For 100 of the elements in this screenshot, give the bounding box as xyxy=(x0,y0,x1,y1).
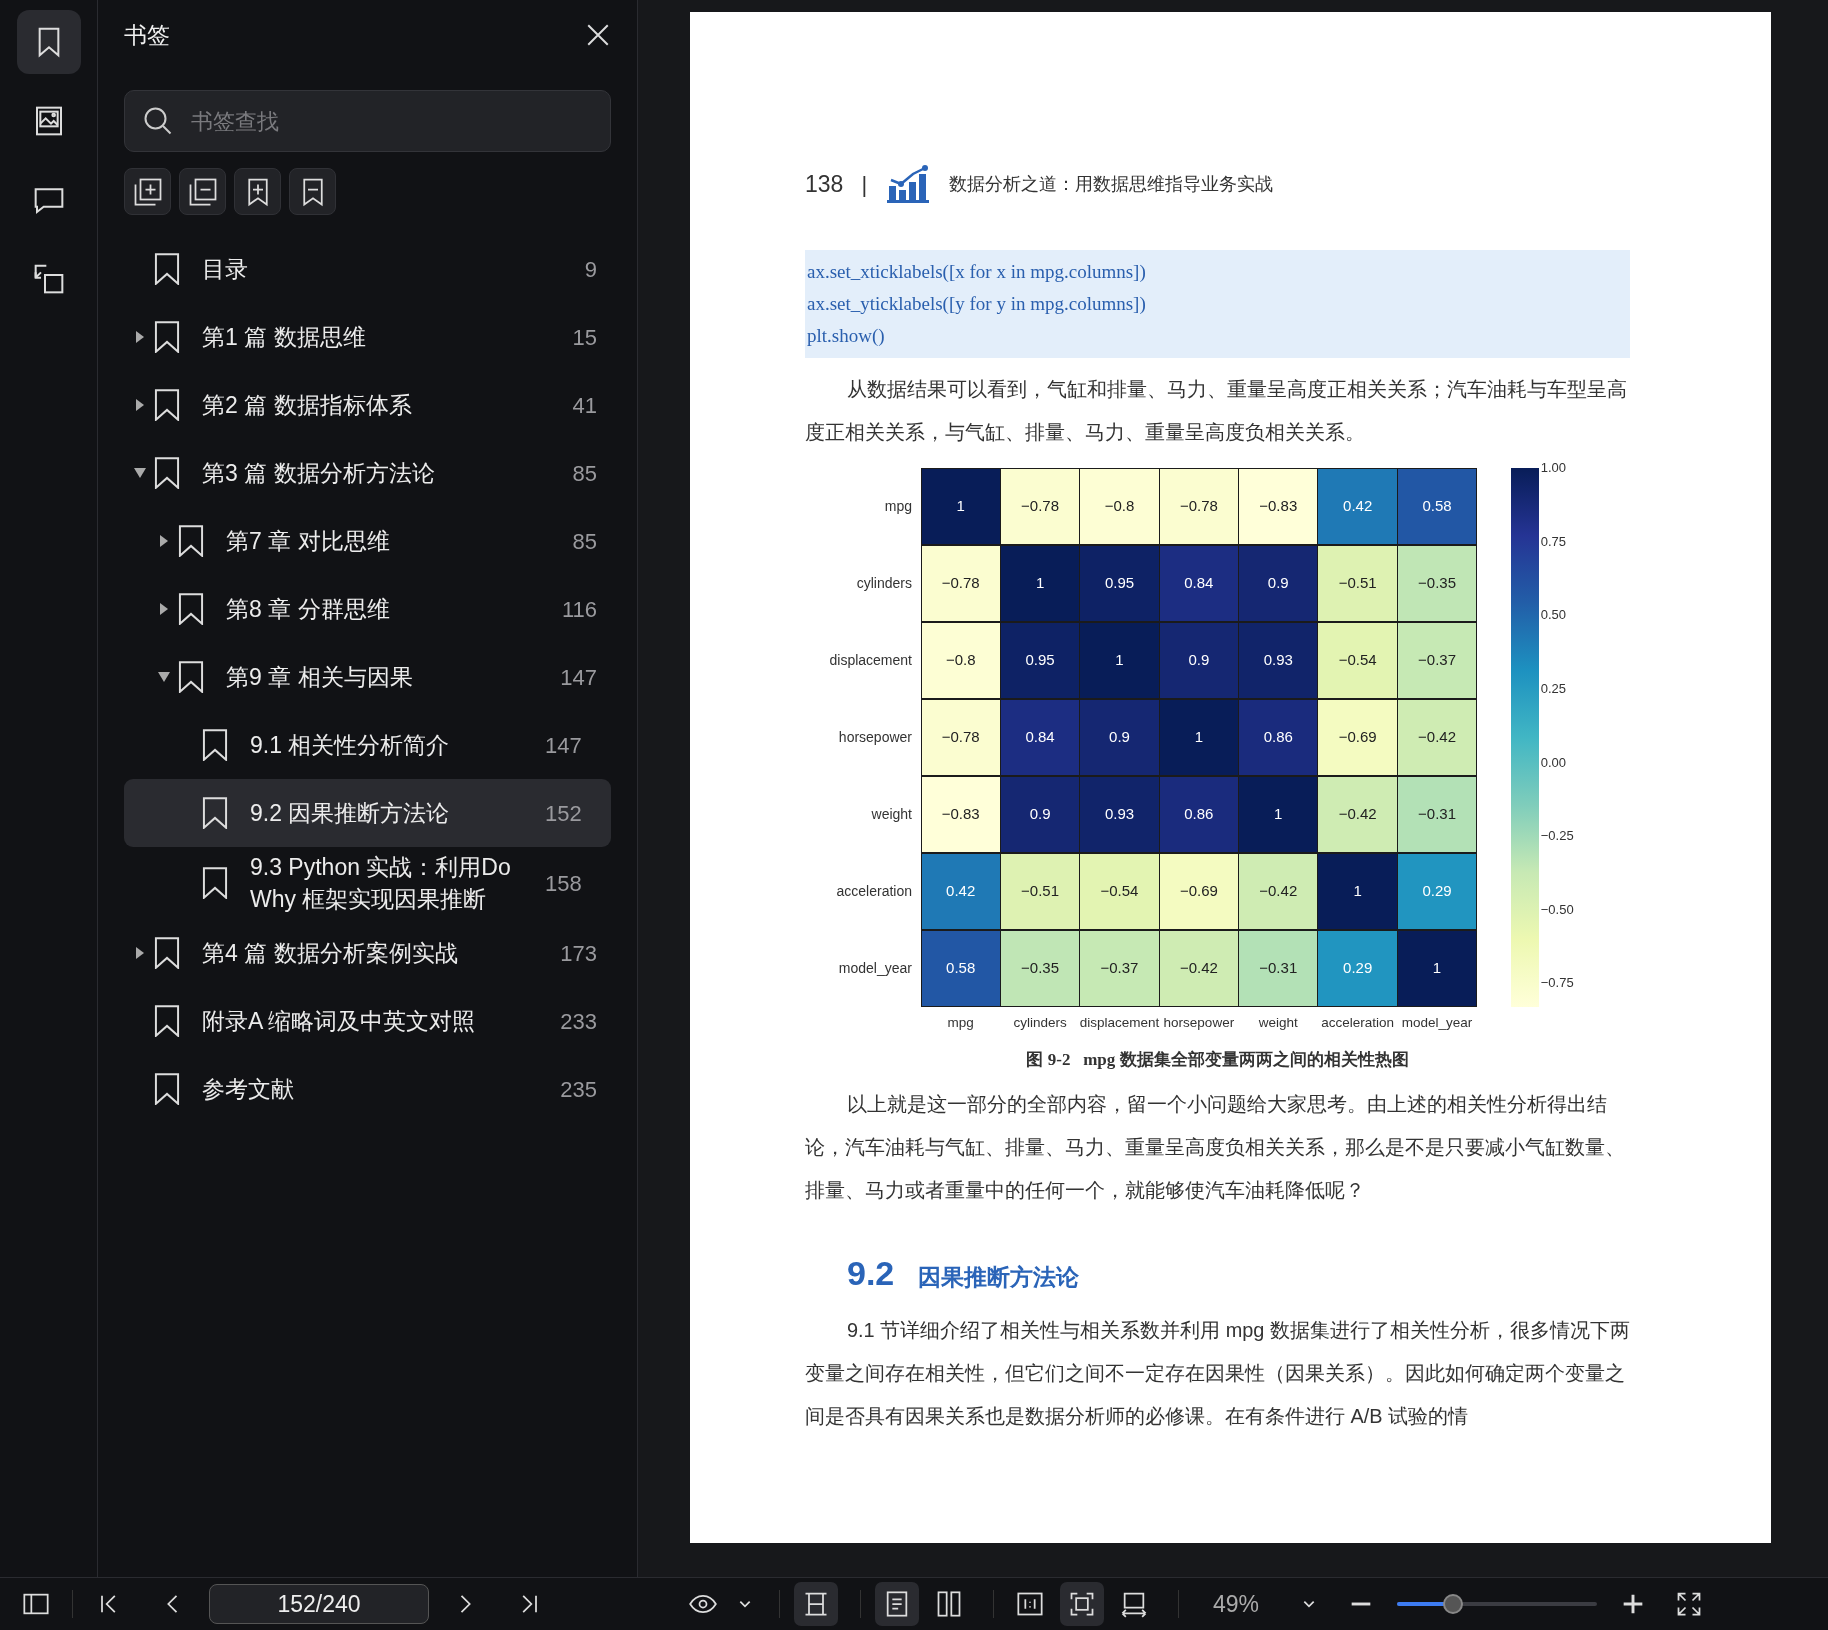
heatmap-cell: −0.37 xyxy=(1079,929,1160,1007)
heatmap-cell: −0.31 xyxy=(1238,929,1319,1007)
fit-height-icon[interactable] xyxy=(794,1582,838,1626)
bookmark-label: 第8 章 分群思维 xyxy=(226,594,391,624)
remove-bookmark-icon[interactable] xyxy=(289,168,336,215)
row-label: horsepower xyxy=(837,728,913,747)
heatmap-cell: 0.95 xyxy=(999,621,1081,699)
bookmark-label: 目录 xyxy=(202,254,249,284)
heatmap-cell: 0.84 xyxy=(999,698,1081,776)
bookmark-label: 第3 篇 数据分析方法论 xyxy=(202,458,436,488)
bookmark-label: 附录A 缩略词及中英文对照 xyxy=(202,1007,477,1037)
bookmark-icon[interactable] xyxy=(16,10,81,74)
heatmap-cell: −0.42 xyxy=(1396,698,1478,776)
bookmark-item[interactable]: 9.1 相关性分析简介 147 xyxy=(124,711,611,779)
heatmap-cell: −0.69 xyxy=(1317,698,1398,776)
bookmark-item[interactable]: 第1 篇 数据思维 15 xyxy=(124,303,611,371)
heatmap-cell: 0.86 xyxy=(1158,775,1240,853)
heatmap-cell: −0.78 xyxy=(920,698,1001,776)
heatmap-cell: 1 xyxy=(1238,775,1319,853)
heatmap-cell: 0.42 xyxy=(920,852,1001,930)
bookmark-icon xyxy=(200,729,230,761)
colorbar-tick: 0.75 xyxy=(1540,532,1567,551)
heatmap-cell: 1 xyxy=(920,467,1001,545)
bookmark-item[interactable]: 第9 章 相关与因果 147 xyxy=(124,643,611,711)
colorbar-tick: −0.75 xyxy=(1540,974,1574,993)
heatmap-cell: 0.93 xyxy=(1238,621,1319,699)
caret-icon[interactable] xyxy=(133,467,147,479)
bookmark-icon xyxy=(152,389,182,421)
heatmap-cell: 0.9 xyxy=(1158,621,1240,699)
bookmark-item[interactable]: 第4 篇 数据分析案例实战 173 xyxy=(124,919,611,988)
separator: | xyxy=(861,170,868,199)
page-number: 85 xyxy=(572,459,597,488)
collapse-all-icon[interactable] xyxy=(179,168,226,215)
bookmark-item[interactable]: 附录A 缩略词及中英文对照 233 xyxy=(124,987,611,1056)
bookmark-icon xyxy=(152,253,182,285)
heatmap-cell: 0.29 xyxy=(1396,852,1478,930)
heatmap-cell: −0.78 xyxy=(1158,467,1240,545)
caret-icon[interactable] xyxy=(135,946,145,961)
bookmark-item[interactable]: 第3 篇 数据分析方法论 85 xyxy=(124,439,611,507)
page-number-field[interactable]: 152/240 xyxy=(209,1584,429,1624)
bookmark-icon xyxy=(152,1073,182,1106)
page-number: 235 xyxy=(560,1075,597,1104)
bookmark-label: 9.2 因果推断方法论 xyxy=(250,798,451,828)
bookmark-item[interactable]: 第2 篇 数据指标体系 41 xyxy=(124,371,611,439)
caret-icon[interactable] xyxy=(157,671,171,683)
colorbar-tick: 1.00 xyxy=(1540,459,1567,478)
page-number: 173 xyxy=(560,939,597,968)
heatmap-cell: −0.8 xyxy=(1079,467,1160,545)
colorbar-tick: −0.50 xyxy=(1540,901,1574,920)
paragraph: 以上就是这一部分的全部内容，留一个小问题给大家思考。由上述的相关性分析得出结论，汽车油耗与气缸、排量、马力、重量呈高度负相关关系，那么是不是只要减小气缸数量、排量、马力或者重量中的任何一个，就能够使汽车油耗降低呢？ xyxy=(805,1091,1626,1203)
heatmap-cell: 0.84 xyxy=(1158,544,1240,622)
bookmark-label: 参考文献 xyxy=(202,1075,295,1105)
bookmark-item[interactable]: 目录 9 xyxy=(124,235,611,303)
page-number: 158 xyxy=(545,869,582,898)
heatmap-cell: −0.42 xyxy=(1317,775,1398,853)
chart-logo-icon xyxy=(885,164,932,204)
caret-icon[interactable] xyxy=(159,602,169,616)
fit-page-icon[interactable] xyxy=(1060,1582,1104,1626)
add-bookmark-icon[interactable] xyxy=(234,168,281,215)
caret-icon[interactable] xyxy=(135,330,145,344)
heatmap-cell: −0.31 xyxy=(1396,775,1478,853)
heatmap-cell: 1 xyxy=(1317,852,1398,930)
single-page-icon[interactable] xyxy=(875,1582,919,1626)
search-field[interactable]: 书签查找 xyxy=(189,103,592,139)
page-number: 233 xyxy=(560,1007,597,1036)
code-line: plt.show() xyxy=(807,324,886,348)
heatmap-cell: 0.86 xyxy=(1238,698,1319,776)
bookmark-label: 第1 篇 数据思维 xyxy=(202,322,367,352)
heatmap-cell: −0.83 xyxy=(920,775,1001,853)
caret-icon[interactable] xyxy=(159,534,169,548)
bookmark-item[interactable]: 第7 章 对比思维 85 xyxy=(124,507,611,575)
heatmap-cell: 0.9 xyxy=(1079,698,1160,776)
close-icon[interactable] xyxy=(585,22,611,48)
bookmark-label: 第9 章 相关与因果 xyxy=(226,662,414,692)
heatmap-cell: −0.35 xyxy=(1396,544,1478,622)
heatmap-cell: 0.42 xyxy=(1317,467,1398,545)
bookmark-icon xyxy=(200,797,230,829)
page-number: 15 xyxy=(572,323,597,352)
colorbar-tick: 0.25 xyxy=(1540,680,1567,699)
bookmark-icon xyxy=(152,457,182,489)
bookmark-item[interactable]: 9.3 Python 实战：利用Do Why 框架实现因果推断 158 xyxy=(124,847,611,920)
bookmark-item[interactable]: 9.2 因果推断方法论 152 xyxy=(124,779,611,847)
bookmark-item[interactable]: 第8 章 分群思维 116 xyxy=(124,575,611,643)
row-label: mpg xyxy=(883,497,913,516)
heatmap-cell: −0.51 xyxy=(1317,544,1398,622)
slider-thumb[interactable] xyxy=(1443,1594,1464,1614)
caret-icon[interactable] xyxy=(135,398,145,412)
expand-all-icon[interactable] xyxy=(124,168,171,215)
section-number: 9.2 xyxy=(847,1252,895,1294)
code-line: ax.set_xticklabels([x for x in mpg.columns]) xyxy=(807,260,1147,284)
heatmap-cell: 0.95 xyxy=(1079,544,1160,622)
heatmap-cell: 1 xyxy=(1158,698,1240,776)
row-label: weight xyxy=(870,805,913,824)
search-box[interactable]: 书签查找 xyxy=(124,90,611,152)
heatmap-cell: 0.58 xyxy=(920,929,1001,1007)
heatmap-cell: −0.78 xyxy=(920,544,1001,622)
bookmark-item[interactable]: 参考文献 235 xyxy=(124,1055,611,1124)
heatmap-cell: 0.58 xyxy=(1396,467,1478,545)
heatmap-cell: 0.29 xyxy=(1317,929,1398,1007)
figure-caption: 图 9-2 mpg 数据集全部变量两两之间的相关性热图 xyxy=(1025,1049,1410,1072)
